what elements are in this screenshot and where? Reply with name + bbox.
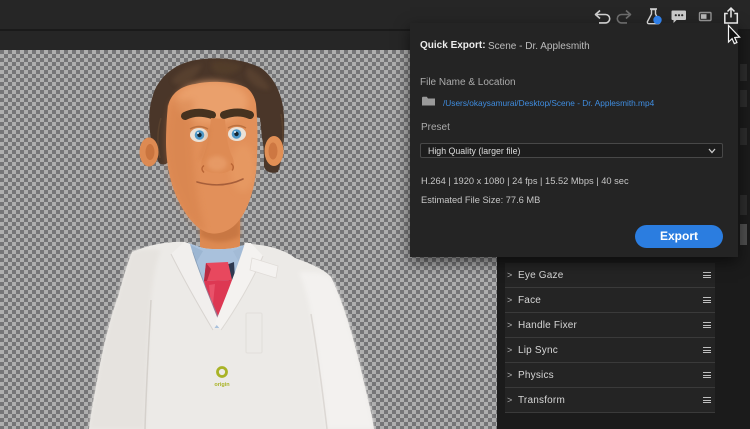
svg-text:origin: origin xyxy=(214,382,230,388)
